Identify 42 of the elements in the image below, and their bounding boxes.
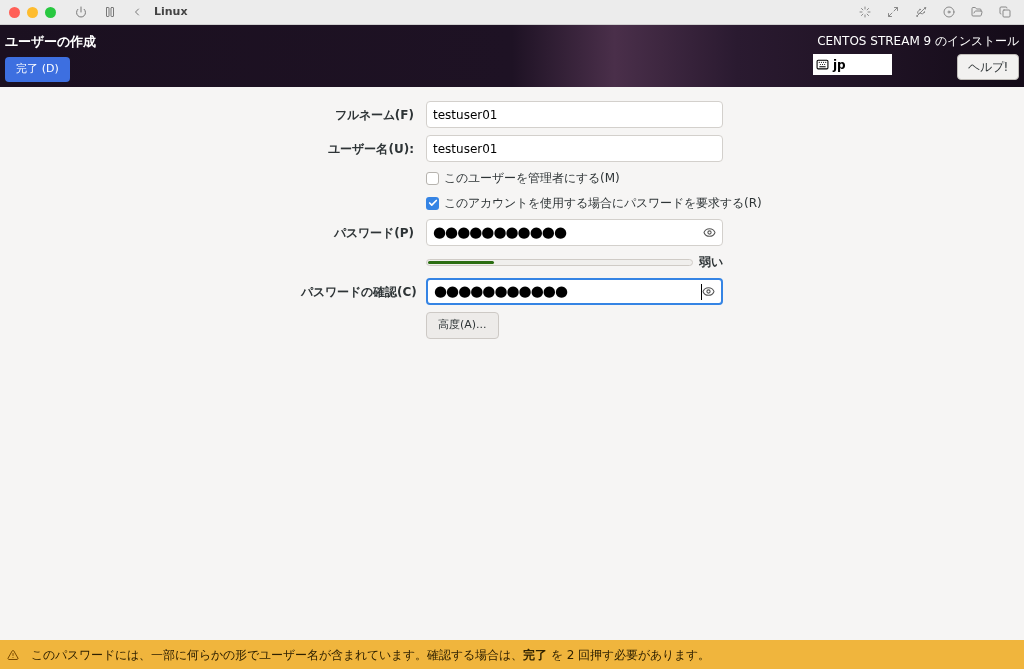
- field-value: ●●●●●●●●●●●: [433, 222, 568, 244]
- text-field[interactable]: testuser01: [426, 101, 723, 128]
- password-field[interactable]: ●●●●●●●●●●●: [426, 219, 723, 246]
- checkbox-label: このユーザーを管理者にする(M): [444, 170, 620, 187]
- field-label: フルネーム(F): [333, 106, 414, 124]
- advanced-button[interactable]: 高度(A)...: [426, 312, 499, 339]
- field-label: ユーザー名(U):: [327, 140, 414, 158]
- help-button[interactable]: ヘルプ!: [957, 54, 1019, 80]
- page-title: ユーザーの作成: [5, 33, 96, 51]
- product-title: CENTOS STREAM 9 のインストール: [817, 33, 1019, 50]
- field-value: testuser01: [433, 140, 499, 158]
- field-value: testuser01: [433, 106, 499, 124]
- password-field[interactable]: ●●●●●●●●●●●: [426, 278, 723, 305]
- checkbox-label: このアカウントを使用する場合にパスワードを要求する(R): [444, 195, 762, 212]
- field-value: ●●●●●●●●●●●: [434, 281, 569, 303]
- maximize-icon[interactable]: [45, 6, 56, 18]
- vm-title: Linux: [154, 3, 188, 20]
- resize-icon[interactable]: [887, 6, 899, 18]
- keyboard-icon: [816, 58, 829, 71]
- disc-icon[interactable]: [943, 6, 955, 18]
- text-field[interactable]: testuser01: [426, 135, 723, 162]
- keyboard-layout-indicator[interactable]: jp: [813, 54, 892, 75]
- usb-icon[interactable]: [915, 6, 927, 18]
- spinner-icon[interactable]: [859, 6, 871, 18]
- checkbox[interactable]: [426, 171, 439, 185]
- warning-message: このパスワードには、一部に何らかの形でユーザー名が含まれています。確認する場合は、完了 を 2 回押す必要があります。: [31, 646, 711, 664]
- done-button[interactable]: 完了 (D): [5, 56, 70, 82]
- folder-icon[interactable]: [971, 6, 983, 18]
- text-cursor: [701, 283, 702, 300]
- windows-icon[interactable]: [999, 6, 1011, 18]
- field-label: パスワード(P): [333, 224, 414, 242]
- warning-icon: [7, 648, 19, 661]
- pause-icon[interactable]: [104, 6, 116, 18]
- field-label: パスワードの確認(C): [301, 283, 414, 301]
- keyboard-layout: jp: [833, 56, 846, 74]
- power-icon[interactable]: [75, 6, 87, 18]
- close-icon[interactable]: [9, 6, 20, 18]
- eye-icon[interactable]: [703, 226, 716, 239]
- strength-reading: 弱い: [699, 254, 723, 271]
- minimize-icon[interactable]: [27, 6, 38, 18]
- eye-icon[interactable]: [702, 285, 715, 298]
- checkbox[interactable]: [426, 196, 439, 210]
